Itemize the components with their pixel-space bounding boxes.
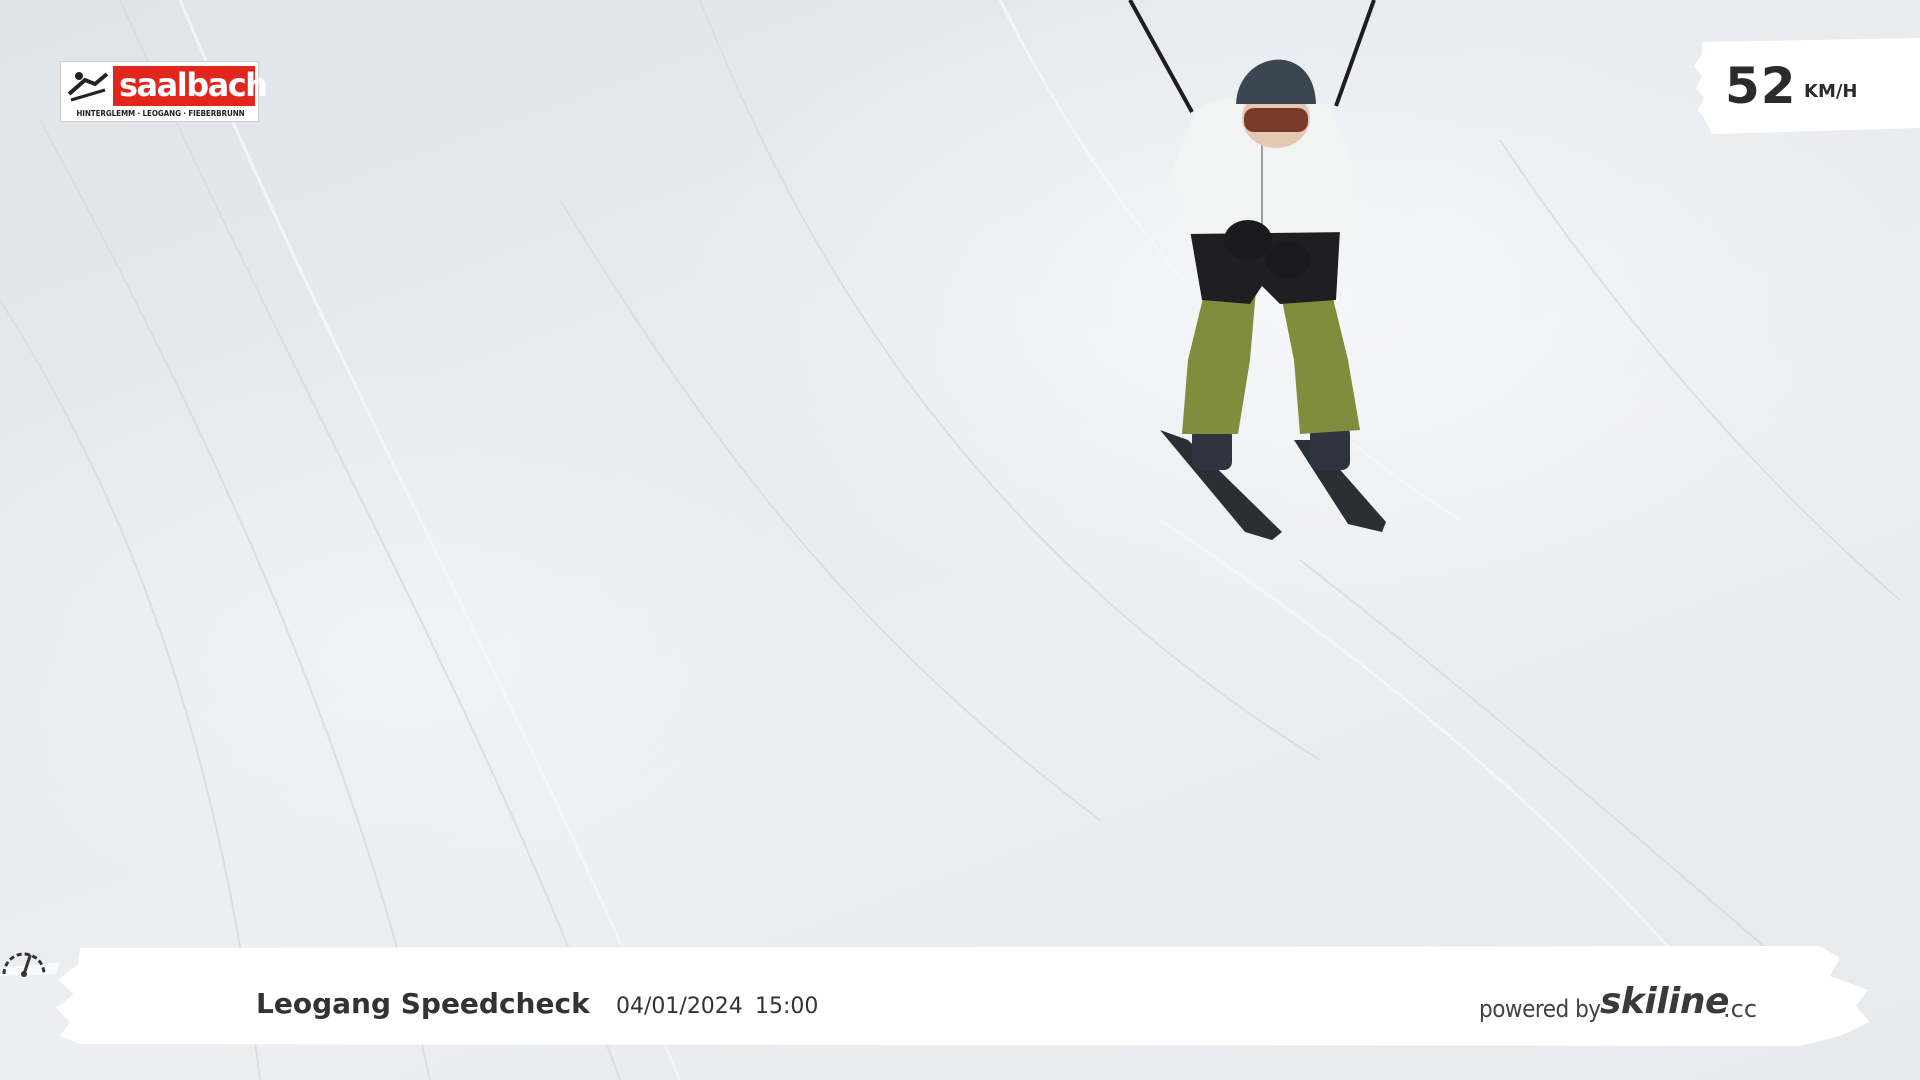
webcam-snow-scene xyxy=(0,0,1920,1080)
skiline-brand-tld: .cc xyxy=(1723,995,1758,1023)
logo-wordmark: saalbach xyxy=(119,66,268,104)
speed-value: 52 xyxy=(1725,57,1797,115)
capture-date: 04/01/2024 xyxy=(616,994,743,1019)
speed-unit: KM/H xyxy=(1804,81,1858,102)
speedometer-icon xyxy=(2,952,46,977)
skiline-brand-link[interactable]: skiline xyxy=(1600,980,1729,1024)
logo-skier-icon xyxy=(65,66,111,106)
logo-tagline: HINTERGLEMM · LEOGANG · FIEBERBRUNN xyxy=(76,109,245,118)
powered-by-label: powered by xyxy=(1479,995,1601,1023)
capture-time: 15:00 xyxy=(755,994,819,1019)
speed-display: 52 KM/H xyxy=(1690,38,1920,134)
skier-figure xyxy=(1160,59,1386,540)
slope-illustration xyxy=(0,0,1901,1080)
camera-title: Leogang Speedcheck xyxy=(256,987,590,1020)
resort-logo: saalbach HINTERGLEMM · LEOGANG · FIEBERB… xyxy=(60,61,268,122)
info-bar: Leogang Speedcheck 04/01/2024 15:00 powe… xyxy=(0,946,1920,1056)
